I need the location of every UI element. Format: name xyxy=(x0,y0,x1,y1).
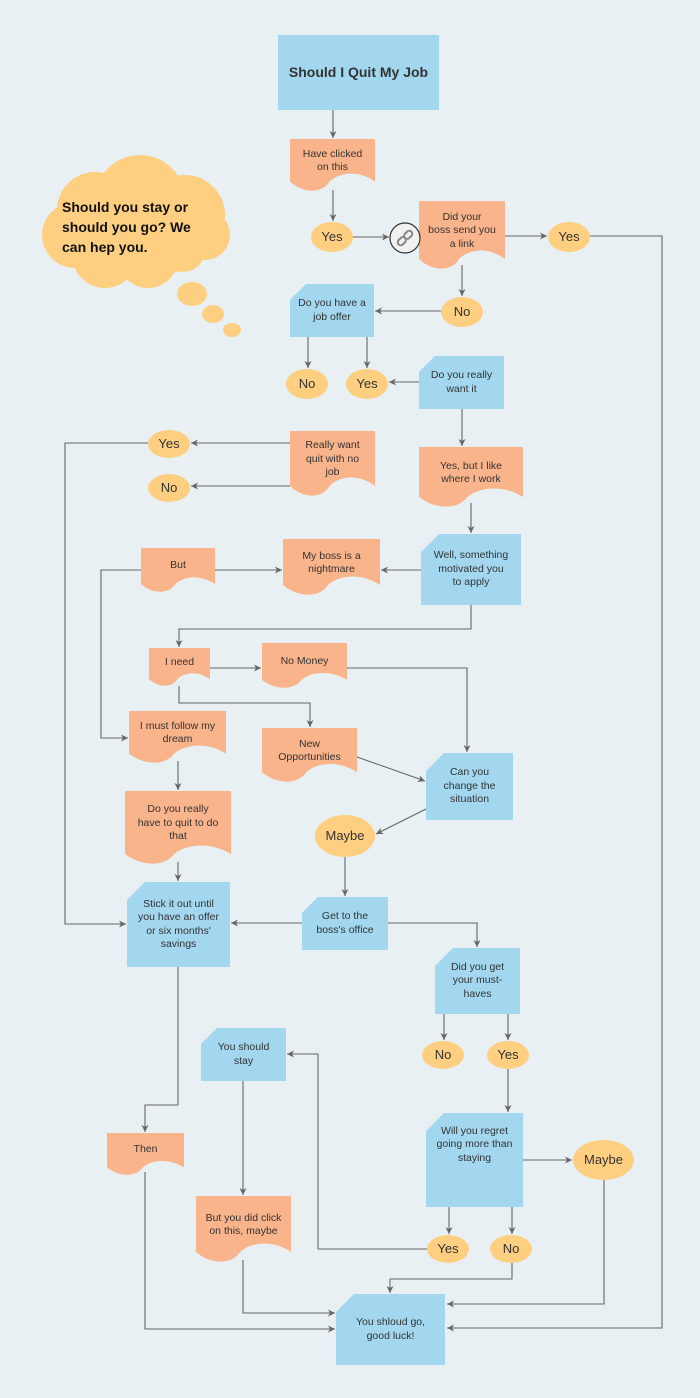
connector-arrow xyxy=(356,756,426,782)
connector-arrow xyxy=(388,922,481,947)
label-musthaves: Did you get your must- haves xyxy=(450,960,505,1000)
label-no1: No xyxy=(453,304,471,320)
label-motivated: Well, something motivated you to apply xyxy=(433,549,509,589)
label-stick: Stick it out until you have an offer or … xyxy=(138,897,219,951)
label-yes5: Yes xyxy=(437,1241,459,1257)
connector-arrow xyxy=(375,808,427,835)
label-newopp: New Opportunities xyxy=(278,737,341,764)
connector-arrow xyxy=(242,1260,335,1317)
label-then: Then xyxy=(133,1143,158,1156)
connector-arrow xyxy=(347,667,471,752)
connector-arrow xyxy=(175,605,472,647)
label-nomoney: No Money xyxy=(280,654,329,667)
label-stay: You should stay xyxy=(217,1041,270,1067)
label-boss-nightmare: My boss is a nightmare xyxy=(302,549,361,576)
thought-bubble-text: Should you stay or should you go? We can… xyxy=(62,199,191,255)
connector-arrow xyxy=(141,967,179,1132)
connector-arrow xyxy=(386,1263,513,1293)
label-regret: Will you regret going more than staying xyxy=(436,1124,513,1164)
connector-arrow xyxy=(287,1050,427,1250)
label-ineed: I need xyxy=(164,656,195,669)
label-change: Can you change the situation xyxy=(443,766,496,806)
label-yes4: Yes xyxy=(497,1047,519,1063)
label-yes1: Yes xyxy=(321,229,343,245)
label-quit-that: Do you really have to quit to do that xyxy=(137,803,219,843)
label-no2: No xyxy=(298,376,316,392)
label-maybe1: Maybe xyxy=(325,828,365,844)
label-yes2: Yes xyxy=(356,376,378,392)
label-but: But xyxy=(170,559,186,572)
label-no4: No xyxy=(434,1047,452,1063)
label-maybe2: Maybe xyxy=(583,1152,624,1168)
label-no5: No xyxy=(502,1241,520,1257)
label-yes3: Yes xyxy=(158,436,180,452)
label-didclick: But you did click on this, maybe xyxy=(205,1211,282,1238)
label-go: You shloud go, good luck! xyxy=(355,1316,426,1342)
label-clicked: Have clicked on this xyxy=(302,147,363,174)
label-title: Should I Quit My Job xyxy=(288,63,429,80)
label-office: Get to the boss's office xyxy=(316,910,374,936)
label-like-work: Yes, but I like where I work xyxy=(439,459,503,486)
label-yes-right: Yes xyxy=(558,229,580,245)
label-no3: No xyxy=(160,480,178,496)
label-really-want: Do you really want it xyxy=(430,369,493,395)
label-dream: I must follow my dream xyxy=(139,719,216,746)
label-link-q: Did your boss send you a link xyxy=(428,210,496,250)
link-icon[interactable] xyxy=(389,222,421,254)
label-job-offer: Do you have a job offer xyxy=(298,297,366,323)
label-quit-nojob: Really want quit with no job xyxy=(305,439,360,479)
